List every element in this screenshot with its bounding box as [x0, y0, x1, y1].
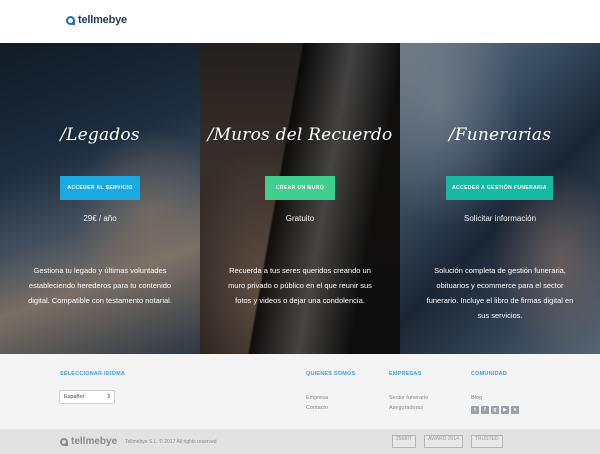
trust-badges: 256BIT AWARD 2014 TRUSTED [392, 435, 503, 448]
hero-section: /Legados ACCEDER AL SERVICIO 29€ / año G… [0, 43, 600, 354]
empresas-title: EMPRESAS [389, 371, 422, 377]
acceder-gestion-funeraria-button[interactable]: ACCEDER A GESTIÓN FUNERARIA [446, 176, 553, 200]
youtube-icon[interactable]: ▶ [501, 406, 509, 414]
footer-link-contacto[interactable]: Contacto [306, 405, 328, 411]
comunidad-title: COMUNIDAD [471, 371, 508, 377]
panel-title: /Legados [60, 125, 140, 145]
footer-link-sector-funerario[interactable]: Sector funerario [389, 395, 428, 401]
facebook-icon[interactable]: f [481, 406, 489, 414]
price-text: Gratuito [285, 214, 315, 223]
footer: SELECCIONAR IDIOMA Español ⇕ QUIENES SOM… [0, 354, 600, 429]
vimeo-icon[interactable]: v [511, 406, 519, 414]
twitter-icon[interactable]: t [471, 406, 479, 414]
language-label: SELECCIONAR IDIOMA [60, 371, 126, 377]
crear-muro-button[interactable]: CREAR UN MURO [265, 176, 335, 200]
footer-link-blog[interactable]: Blog [471, 395, 482, 401]
trusted-badge: TRUSTED [470, 435, 503, 448]
language-select[interactable]: Español ⇕ [59, 390, 115, 404]
panel-legados: /Legados ACCEDER AL SERVICIO 29€ / año G… [0, 43, 200, 354]
panel-description: Recuerda a tus seres queridos creando un… [228, 266, 372, 305]
copyright-text: Tellmebye S.L. © 2017 All rights reserve… [125, 439, 217, 445]
logo-text: tellmebye [78, 14, 127, 26]
award-badge: AWARD 2014 [424, 435, 463, 448]
panel-title: /Funerarias [448, 125, 552, 145]
logo-icon [60, 437, 68, 446]
bottom-bar: tellmebye Tellmebye S.L. © 2017 All righ… [0, 429, 600, 454]
footer-link-aseguradoras[interactable]: Aseguradoras [389, 405, 423, 411]
language-value: Español [64, 394, 84, 400]
quienes-somos-title: QUIENES SOMOS [306, 371, 356, 377]
ssl-badge: 256BIT [392, 435, 417, 448]
solicitar-informacion-link[interactable]: Solicitar información [400, 214, 600, 223]
social-icons: t f g ▶ v [471, 406, 519, 414]
panel-muros: /Muros del Recuerdo CREAR UN MURO Gratui… [200, 43, 400, 354]
acceder-servicio-button[interactable]: ACCEDER AL SERVICIO [60, 176, 140, 200]
panel-funerarias: /Funerarias ACCEDER A GESTIÓN FUNERARIA … [400, 43, 600, 354]
panel-description: Gestiona tu legado y últimas voluntades … [28, 266, 172, 305]
top-header: tellmebye [0, 0, 600, 43]
brand-logo[interactable]: tellmebye [66, 14, 127, 26]
panel-title: /Muros del Recuerdo [207, 125, 393, 145]
select-arrow-icon: ⇕ [105, 394, 111, 400]
price-text: 29€ / año [83, 214, 117, 223]
footer-link-empresa[interactable]: Empresa [306, 395, 328, 401]
footer-logo[interactable]: tellmebye [60, 436, 117, 447]
logo-icon [66, 15, 75, 25]
google-plus-icon[interactable]: g [491, 406, 499, 414]
panel-description: Solución completa de gestión funeraria, … [426, 266, 574, 320]
